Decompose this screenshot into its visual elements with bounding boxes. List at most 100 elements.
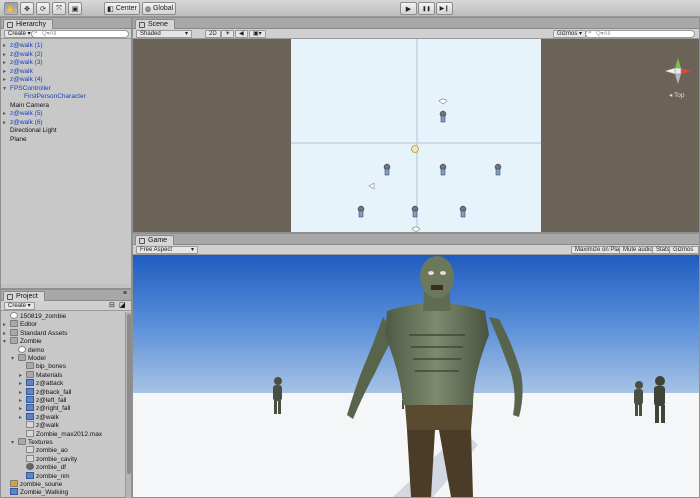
scale-tool-button[interactable]: ⤧ [52, 2, 66, 15]
hierarchy-subbar: Create ▾ Q▾All [1, 29, 131, 39]
folder-icon [10, 337, 18, 345]
tab-project-label: Project [16, 293, 38, 300]
space-label: Global [152, 5, 174, 12]
scene-tabbar: Scene [133, 18, 699, 29]
game-viewport[interactable] [133, 255, 699, 497]
scene-viewport[interactable]: ◂ Top [133, 39, 699, 232]
project-item-label: Model [28, 355, 46, 362]
hierarchy-item[interactable]: Plane [3, 135, 27, 144]
shading-mode-dropdown[interactable]: Shaded ▾ [136, 30, 192, 38]
project-item-label: Zombie_Walking [20, 489, 69, 497]
zombie-sprite [383, 163, 391, 176]
project-item-label: zombie_df [36, 464, 66, 472]
tab-scene[interactable]: Scene [135, 19, 175, 29]
scene-search-input[interactable]: Q▾All [585, 30, 695, 38]
folder-icon [10, 320, 18, 328]
tab-game[interactable]: Game [135, 235, 175, 245]
scene-lighting-toggle[interactable]: ☀ [221, 30, 235, 38]
lock-icon[interactable]: ⊟ [109, 301, 115, 309]
project-item-label: z@walk [36, 422, 59, 430]
project-scroll-thumb[interactable] [127, 314, 131, 474]
texture-icon [26, 446, 34, 454]
rect-tool-icon: ▣ [71, 5, 79, 13]
orientation-gizmo [664, 58, 691, 84]
project-item-label: demo [28, 346, 45, 354]
dropdown-arrow-icon: ▾ [190, 247, 194, 253]
tab-project[interactable]: Project [3, 291, 45, 301]
pivot-icon: ◧ [107, 5, 114, 13]
project-item-label: z@left_fall [36, 397, 67, 404]
scene-effects-dropdown[interactable]: ▣▾ [249, 30, 266, 38]
sun-icon: ☀ [225, 31, 231, 37]
texture-icon [26, 421, 34, 429]
tab-game-label: Game [148, 237, 168, 244]
rotate-tool-button[interactable]: ⟳ [36, 2, 50, 15]
game-gizmos-dropdown[interactable]: Gizmos ▾ [669, 246, 699, 260]
hand-tool-button[interactable]: ✋ [4, 2, 18, 15]
zombie-sprite [459, 205, 467, 218]
project-item-label: z@attack [36, 380, 64, 388]
hierarchy-item-label: z@walk (1) [10, 42, 43, 49]
main-toolbar: ✋ ✥ ⟳ ⤧ ▣ ◧ Center ◍ Global ▶ ❚❚ ▶❙ [0, 0, 700, 17]
texture-icon [26, 454, 34, 462]
project-subbar: Create ▾ ⊟ ◪ [1, 301, 131, 311]
project-scrollbar[interactable] [125, 312, 131, 498]
view-orientation-label[interactable]: ◂ Top [669, 91, 684, 99]
pause-button[interactable]: ❚❚ [418, 2, 435, 15]
expanded-arrow-icon[interactable]: ▾ [11, 439, 18, 448]
mode-2d-toggle[interactable]: 2D [205, 30, 221, 38]
project-item-label: z@walk [36, 413, 59, 421]
hierarchy-item-label: Directional Light [10, 127, 57, 134]
hierarchy-tabbar: Hierarchy [1, 18, 131, 29]
speaker-icon: ◀ [239, 31, 244, 37]
move-tool-button[interactable]: ✥ [20, 2, 34, 15]
expanded-arrow-icon[interactable]: ▾ [3, 338, 10, 347]
dropdown-arrow-icon: ▾ [184, 31, 188, 37]
aspect-dropdown[interactable]: Free Aspect ▾ [136, 246, 198, 254]
animation-icon [10, 488, 18, 496]
rotate-icon: ⟳ [40, 5, 46, 13]
maximize-on-play-toggle[interactable]: Maximize on Play [571, 246, 627, 254]
project-item[interactable]: Zombie_Walking [3, 488, 68, 497]
gamepad-icon [139, 238, 145, 244]
unity-scene-icon [18, 345, 26, 353]
zombie-sprite [439, 110, 447, 123]
scene-gizmos-dropdown[interactable]: Gizmos ▾ [553, 30, 587, 38]
game-view-canvas [133, 255, 699, 497]
panel-menu-icon[interactable]: ≡ [123, 290, 127, 297]
model-icon [26, 404, 34, 412]
hierarchy-search-input[interactable]: Q▾All [31, 30, 129, 38]
project-item-label: 150819_zombie [20, 313, 67, 320]
project-item-label: zombie_nm [36, 472, 70, 480]
space-global-toggle[interactable]: ◍ Global [142, 2, 176, 15]
hierarchy-item-label: Plane [10, 135, 27, 143]
plane-top-view [291, 39, 541, 232]
audio-clip-icon [10, 480, 18, 487]
pivot-center-toggle[interactable]: ◧ Center [104, 2, 140, 15]
hierarchy-item-label: z@walk (3) [10, 59, 43, 66]
folder-icon [26, 362, 34, 370]
project-item-label: z@back_fall [36, 388, 72, 396]
expanded-arrow-icon[interactable]: ▾ [11, 355, 18, 364]
project-item-label: bip_bones [36, 363, 66, 371]
project-panel: Project ≡ Create ▾ ⊟ ◪ 150819_zombie ▸ Edi… [0, 289, 132, 498]
tab-scene-label: Scene [148, 21, 168, 28]
hierarchy-item-label: FPSController [10, 84, 51, 92]
rect-tool-button[interactable]: ▣ [68, 2, 82, 15]
unity-scene-icon [10, 312, 18, 319]
folder-icon [18, 438, 26, 445]
normal-map-icon [26, 471, 34, 479]
folder-icon [7, 294, 13, 300]
scene-audio-toggle[interactable]: ◀ [235, 30, 248, 38]
play-button[interactable]: ▶ [400, 2, 417, 15]
zombie-sprite [411, 205, 419, 218]
filter-icon[interactable]: ◪ [119, 301, 126, 309]
tab-hierarchy[interactable]: Hierarchy [3, 19, 53, 29]
project-create-button[interactable]: Create ▾ [4, 302, 35, 310]
expanded-arrow-icon[interactable]: ▾ [3, 85, 10, 94]
folder-icon [18, 354, 26, 361]
zombie-sprite [494, 163, 502, 176]
project-item-label: Zombie_max2012.max [36, 430, 103, 438]
scene-grid-icon [139, 22, 145, 28]
step-button[interactable]: ▶❙ [436, 2, 453, 15]
